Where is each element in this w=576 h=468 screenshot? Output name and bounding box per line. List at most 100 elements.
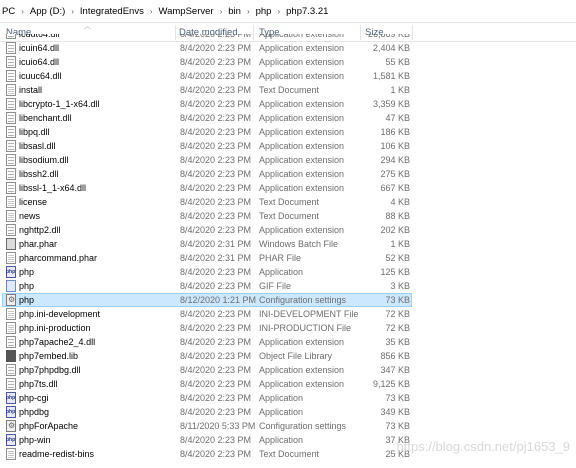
file-row[interactable]: phar.phar 8/4/2020 2:31 PM Windows Batch F…: [0, 237, 576, 251]
file-row[interactable]: php.ini-development 8/4/2020 2:23 PM INI-D…: [0, 307, 576, 321]
file-size: 72 KB: [385, 323, 410, 333]
file-type: Application extension: [259, 113, 345, 123]
file-size: 856 KB: [380, 351, 410, 361]
file-row[interactable]: icuio64.dll 8/4/2020 2:23 PM Application e…: [0, 55, 576, 69]
file-date-modified: 8/4/2020 2:23 PM: [180, 337, 252, 347]
file-name: install: [19, 85, 43, 95]
chevron-right-icon[interactable]: ›: [220, 7, 223, 16]
file-row[interactable]: libenchant.dll 8/4/2020 2:23 PM Applicatio…: [0, 111, 576, 125]
file-type: Application extension: [259, 155, 345, 165]
file-name: php.ini-production: [19, 323, 91, 333]
cfg-file-icon: [6, 294, 16, 306]
txt-file-icon: [6, 448, 16, 460]
file-row[interactable]: php7ts.dll 8/4/2020 2:23 PM Application ex…: [0, 377, 576, 391]
file-row[interactable]: libsodium.dll 8/4/2020 2:23 PM Application…: [0, 153, 576, 167]
cfg-file-icon: [6, 420, 16, 432]
dll-file-icon: [6, 182, 16, 194]
file-row[interactable]: phpForApache 8/11/2020 5:33 PMConfigurati…: [0, 419, 576, 433]
breadcrumb-item[interactable]: PC: [2, 6, 15, 17]
file-row[interactable]: php7embed.lib 8/4/2020 2:23 PM Object File…: [0, 349, 576, 363]
dll-file-icon: [6, 336, 16, 348]
file-row[interactable]: pharcommand.phar 8/4/2020 2:31 PM PHAR Fil…: [0, 251, 576, 265]
breadcrumb-item[interactable]: WampServer: [159, 6, 214, 17]
dll-file-icon: [6, 126, 16, 138]
file-type: Application extension: [259, 141, 345, 151]
file-row[interactable]: license 8/4/2020 2:23 PM Text Document 4 KB: [0, 195, 576, 209]
file-type: Application extension: [259, 225, 345, 235]
file-row[interactable]: icuuc64.dll 8/4/2020 2:23 PM Application e…: [0, 69, 576, 83]
file-date-modified: 8/4/2020 2:31 PM: [180, 239, 252, 249]
file-row[interactable]: phpdbg 8/4/2020 2:23 PM Application 349 KB: [0, 405, 576, 419]
file-date-modified: 8/4/2020 2:23 PM: [180, 141, 252, 151]
file-name: news: [19, 211, 41, 221]
file-type: Application: [259, 435, 304, 445]
file-name: php: [19, 295, 35, 305]
chevron-right-icon[interactable]: ›: [150, 7, 153, 16]
breadcrumb-item[interactable]: php: [256, 6, 272, 17]
file-row[interactable]: libpq.dll 8/4/2020 2:23 PM Application ext…: [0, 125, 576, 139]
file-size: 47 KB: [385, 113, 410, 123]
file-row[interactable]: php 8/4/2020 2:23 PM Application 125 KB: [0, 265, 576, 279]
file-row[interactable]: icudt64.dll 8/4/2020 2:23 PM Application e…: [0, 34, 576, 41]
breadcrumb-item[interactable]: bin: [228, 6, 241, 17]
sort-ascending-icon: ︿: [84, 23, 91, 30]
file-row[interactable]: libsasl.dll 8/4/2020 2:23 PM Application e…: [0, 139, 576, 153]
file-row[interactable]: php-cgi 8/4/2020 2:23 PM Application 73 KB: [0, 391, 576, 405]
file-name: libcrypto-1_1-x64.dll: [19, 99, 100, 109]
file-row[interactable]: install 8/4/2020 2:23 PM Text Document 1 KB: [0, 83, 576, 97]
php-file-icon: [6, 406, 16, 418]
file-type: Application extension: [259, 365, 345, 375]
file-date-modified: 8/4/2020 2:23 PM: [180, 407, 252, 417]
file-size: 349 KB: [380, 407, 410, 417]
txt-file-icon: [6, 252, 16, 264]
chevron-right-icon[interactable]: ›: [71, 7, 74, 16]
file-name: php.ini-development: [19, 309, 101, 319]
php-file-icon: [6, 434, 16, 446]
file-type: Application extension: [259, 379, 345, 389]
file-name: php7apache2_4.dll: [19, 337, 96, 347]
file-name: libssh2.dll: [19, 169, 59, 179]
file-size: 73 KB: [385, 295, 410, 305]
file-type: Configuration settings: [259, 295, 347, 305]
file-type: Application extension: [259, 337, 345, 347]
file-row[interactable]: php7apache2_4.dll 8/4/2020 2:23 PM Applica…: [0, 335, 576, 349]
file-name: libssl-1_1-x64.dll: [19, 183, 87, 193]
file-name: php: [19, 281, 35, 291]
file-row[interactable]: icuin64.dll 8/4/2020 2:23 PM Application e…: [0, 41, 576, 55]
file-date-modified: 8/4/2020 2:23 PM: [180, 155, 252, 165]
file-size: 3 KB: [390, 281, 410, 291]
file-type: INI-PRODUCTION File: [259, 323, 351, 333]
bat-file-icon: [6, 238, 16, 250]
breadcrumb-item[interactable]: IntegratedEnvs: [80, 6, 144, 17]
dll-file-icon: [6, 56, 16, 68]
file-size: 73 KB: [385, 421, 410, 431]
dll-file-icon: [6, 378, 16, 390]
dll-file-icon: [6, 70, 16, 82]
file-date-modified: 8/12/2020 1:21 PM: [180, 295, 257, 305]
file-name: icuin64.dll: [19, 43, 60, 53]
file-row[interactable]: nghttp2.dll 8/4/2020 2:23 PM Application e…: [0, 223, 576, 237]
file-size: 1 KB: [390, 85, 410, 95]
file-row[interactable]: php 8/4/2020 2:23 PM GIF File 3 KB: [0, 279, 576, 293]
file-row[interactable]: libssl-1_1-x64.dll 8/4/2020 2:23 PM Applic…: [0, 181, 576, 195]
file-date-modified: 8/4/2020 2:23 PM: [180, 183, 252, 193]
file-row[interactable]: php 8/12/2020 1:21 PMConfiguration settin…: [0, 293, 576, 307]
file-row[interactable]: php7phpdbg.dll 8/4/2020 2:23 PM Applicatio…: [0, 363, 576, 377]
file-row[interactable]: libssh2.dll 8/4/2020 2:23 PM Application e…: [0, 167, 576, 181]
breadcrumb-item[interactable]: php7.3.21: [286, 6, 328, 17]
file-date-modified: 8/4/2020 2:23 PM: [180, 71, 252, 81]
chevron-right-icon[interactable]: ›: [247, 7, 250, 16]
file-date-modified: 8/4/2020 2:23 PM: [180, 99, 252, 109]
file-row[interactable]: libcrypto-1_1-x64.dll 8/4/2020 2:23 PM App…: [0, 97, 576, 111]
file-size: 73 KB: [385, 393, 410, 403]
chevron-right-icon[interactable]: ›: [21, 7, 24, 16]
file-type: Application extension: [259, 99, 345, 109]
breadcrumb: PC › App (D:) › IntegratedEnvs › WampServer › bi…: [0, 0, 576, 23]
chevron-right-icon[interactable]: ›: [277, 7, 280, 16]
file-size: 3,359 KB: [372, 99, 410, 109]
breadcrumb-item[interactable]: App (D:): [30, 6, 65, 17]
file-row[interactable]: php.ini-production 8/4/2020 2:23 PM INI-PR…: [0, 321, 576, 335]
file-name: libenchant.dll: [19, 113, 72, 123]
file-name: phpForApache: [19, 421, 79, 431]
file-row[interactable]: news 8/4/2020 2:23 PM Text Document 88 KB: [0, 209, 576, 223]
